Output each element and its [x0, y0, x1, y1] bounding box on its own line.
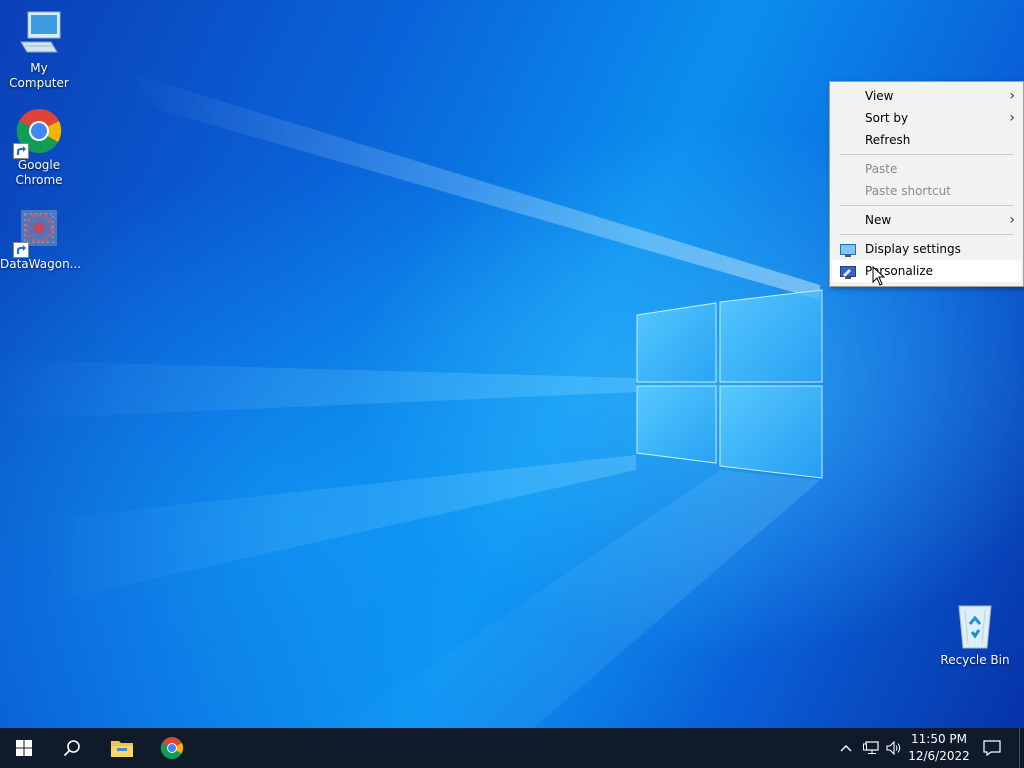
network-button[interactable]	[860, 728, 882, 768]
menu-item-sort-by[interactable]: Sort by ›	[832, 107, 1021, 129]
start-button[interactable]	[0, 728, 48, 768]
menu-item-view[interactable]: View ›	[832, 85, 1021, 107]
search-button[interactable]	[48, 728, 96, 768]
windows-logo-icon	[16, 740, 32, 756]
chevron-up-icon	[840, 745, 852, 752]
desktop-icon-label: My Computer	[9, 61, 69, 90]
chrome-icon	[13, 107, 63, 159]
taskbar-chrome[interactable]	[148, 728, 196, 768]
chevron-right-icon: ›	[1009, 88, 1015, 104]
show-desktop-button[interactable]	[1019, 728, 1024, 768]
mouse-pointer-icon	[872, 266, 886, 286]
clock-time: 11:50 PM	[911, 732, 967, 746]
volume-icon	[886, 741, 901, 755]
recycle-bin-icon	[951, 602, 999, 650]
menu-item-display-settings[interactable]: Display settings	[832, 238, 1021, 260]
menu-item-label: View	[865, 89, 894, 103]
menu-item-refresh[interactable]: Refresh	[832, 129, 1021, 151]
shortcut-arrow-icon	[13, 242, 29, 258]
chevron-right-icon: ›	[1009, 110, 1015, 126]
desktop-context-menu: View › Sort by › Refresh Paste Paste sho…	[829, 81, 1024, 287]
personalize-icon	[840, 264, 856, 279]
desktop-icon-label: Google Chrome	[15, 158, 63, 187]
menu-item-paste[interactable]: Paste	[832, 158, 1021, 180]
network-icon	[863, 741, 879, 754]
menu-item-paste-shortcut[interactable]: Paste shortcut	[832, 180, 1021, 202]
display-icon	[840, 242, 856, 257]
computer-icon	[15, 10, 63, 58]
desktop-icon-my-computer[interactable]: My Computer	[0, 10, 78, 91]
clock-date: 12/6/2022	[908, 749, 970, 763]
desktop-icon-label: Recycle Bin	[940, 653, 1010, 667]
menu-item-label: Paste shortcut	[865, 184, 951, 198]
menu-item-label: Display settings	[865, 242, 961, 256]
desktop-icon-recycle-bin[interactable]: Recycle Bin	[936, 602, 1014, 668]
menu-item-personalize[interactable]: Personalize	[832, 260, 1021, 282]
menu-item-label: New	[865, 213, 892, 227]
action-center-button[interactable]	[978, 728, 1006, 768]
shortcut-arrow-icon	[13, 143, 29, 159]
menu-item-label: Paste	[865, 162, 898, 176]
menu-item-label: Refresh	[865, 133, 911, 147]
datawagon-app-icon	[13, 206, 63, 258]
chrome-icon	[160, 737, 184, 759]
menu-item-label: Sort by	[865, 111, 909, 125]
taskbar-clock[interactable]: 11:50 PM 12/6/2022	[904, 731, 974, 765]
file-explorer-icon	[111, 741, 133, 757]
desktop-icon-label: DataWagon...	[0, 257, 82, 271]
menu-separator	[840, 154, 1013, 155]
menu-separator	[840, 234, 1013, 235]
volume-button[interactable]	[884, 728, 904, 768]
action-center-icon	[983, 740, 1001, 756]
chevron-right-icon: ›	[1009, 212, 1015, 228]
desktop-icon-google-chrome[interactable]: Google Chrome	[0, 107, 78, 188]
taskbar: 11:50 PM 12/6/2022	[0, 728, 1024, 768]
search-icon	[63, 740, 80, 757]
show-hidden-icons-button[interactable]	[836, 728, 856, 768]
menu-separator	[840, 205, 1013, 206]
desktop-icon-datawagon[interactable]: DataWagon...	[0, 206, 82, 272]
taskbar-file-explorer[interactable]	[98, 728, 146, 768]
menu-item-new[interactable]: New ›	[832, 209, 1021, 231]
